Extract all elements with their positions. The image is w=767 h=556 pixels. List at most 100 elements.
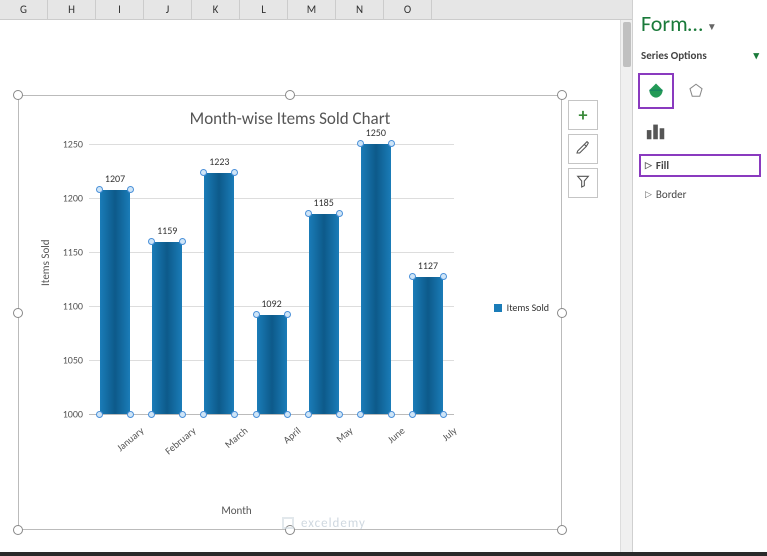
x-tick-label: April (249, 424, 303, 473)
bar-selection-handle[interactable] (284, 411, 291, 418)
x-axis-labels: JanuaryFebruaryMarchAprilMayJuneJuly (89, 418, 454, 458)
vertical-scrollbar[interactable] (620, 20, 632, 556)
col-o[interactable]: O (384, 0, 432, 19)
format-pane: Form… ▼ Series Options ▾ ▷ Fill ▷ Border (632, 0, 767, 556)
bar-selection-handle[interactable] (179, 411, 186, 418)
bar-selection-handle[interactable] (148, 238, 155, 245)
resize-handle[interactable] (13, 90, 23, 100)
bar[interactable]: 1223 (204, 173, 234, 414)
add-element-button[interactable]: + (568, 100, 598, 130)
chart-object[interactable]: Month-wise Items Sold Chart Items Sold M… (18, 95, 562, 530)
bar-selection-handle[interactable] (305, 210, 312, 217)
worksheet-area[interactable]: Month-wise Items Sold Chart Items Sold M… (0, 20, 620, 556)
col-k[interactable]: K (192, 0, 240, 19)
chart-style-button[interactable] (568, 134, 598, 164)
x-tick-label: February (144, 424, 198, 473)
bar-selection-handle[interactable] (357, 140, 364, 147)
scrollbar-thumb[interactable] (623, 22, 631, 67)
y-tick-label: 1200 (63, 192, 83, 205)
col-h[interactable]: H (48, 0, 96, 19)
bar-selection-handle[interactable] (127, 411, 134, 418)
bar-selection-handle[interactable] (409, 411, 416, 418)
effects-icon[interactable] (681, 76, 711, 106)
bar-selection-handle[interactable] (200, 411, 207, 418)
fill-section[interactable]: ▷ Fill (641, 156, 759, 175)
bar-selection-handle[interactable] (284, 311, 291, 318)
resize-handle[interactable] (557, 308, 567, 318)
bar[interactable]: 1092 (257, 315, 287, 414)
chart-bars[interactable]: 1207 1159 1223 1092 1185 1250 1127 (89, 144, 454, 414)
bar-selection-handle[interactable] (96, 411, 103, 418)
bar-selection-handle[interactable] (336, 411, 343, 418)
x-tick-label: January (92, 424, 146, 473)
chart-element-buttons: + (568, 100, 598, 198)
col-g[interactable]: G (0, 0, 48, 19)
chart-title[interactable]: Month-wise Items Sold Chart (19, 96, 561, 137)
y-tick-label: 1100 (63, 300, 83, 313)
bar-selection-handle[interactable] (440, 411, 447, 418)
chevron-down-icon[interactable]: ▼ (707, 20, 717, 33)
x-tick-label: March (196, 424, 250, 473)
bar[interactable]: 1207 (100, 190, 130, 414)
data-label: 1250 (366, 126, 386, 139)
plus-icon: + (579, 104, 588, 126)
bar[interactable]: 1159 (152, 242, 182, 414)
chart-legend[interactable]: Items Sold (494, 301, 549, 314)
col-m[interactable]: M (288, 0, 336, 19)
border-section[interactable]: ▷ Border (641, 185, 759, 204)
legend-swatch (494, 304, 502, 312)
bar-selection-handle[interactable] (388, 140, 395, 147)
col-l[interactable]: L (240, 0, 288, 19)
bar-selection-handle[interactable] (409, 273, 416, 280)
data-label: 1223 (209, 155, 229, 168)
data-label: 1185 (314, 196, 334, 209)
bar-selection-handle[interactable] (179, 238, 186, 245)
bar-selection-handle[interactable] (440, 273, 447, 280)
resize-handle[interactable] (13, 308, 23, 318)
bar-selection-handle[interactable] (231, 169, 238, 176)
bar[interactable]: 1185 (309, 214, 339, 414)
col-n[interactable]: N (336, 0, 384, 19)
bar-selection-handle[interactable] (148, 411, 155, 418)
bar-selection-handle[interactable] (336, 210, 343, 217)
bar[interactable]: 1250 (361, 144, 391, 414)
y-tick-label: 1250 (63, 138, 83, 151)
resize-handle[interactable] (557, 90, 567, 100)
data-label: 1159 (157, 224, 177, 237)
chevron-down-icon: ▾ (753, 49, 759, 62)
bar-selection-handle[interactable] (388, 411, 395, 418)
resize-handle[interactable] (285, 90, 295, 100)
resize-handle[interactable] (557, 525, 567, 535)
bar-selection-handle[interactable] (231, 411, 238, 418)
series-options-dropdown[interactable]: Series Options ▾ (641, 49, 759, 62)
legend-label: Items Sold (507, 301, 549, 314)
resize-handle[interactable] (13, 525, 23, 535)
data-label: 1127 (418, 259, 438, 272)
bar-selection-handle[interactable] (96, 186, 103, 193)
fill-line-icon[interactable] (641, 76, 671, 106)
x-axis-title[interactable]: Month (19, 504, 454, 517)
pane-title[interactable]: Form… ▼ (641, 10, 759, 37)
x-tick-label: June (353, 424, 407, 473)
x-tick-label: May (301, 424, 355, 473)
y-axis-ticks: 100010501100115012001250 (57, 144, 87, 414)
bottom-border (0, 552, 767, 556)
col-i[interactable]: I (96, 0, 144, 19)
y-tick-label: 1050 (63, 354, 83, 367)
bar-selection-handle[interactable] (200, 169, 207, 176)
chevron-right-icon: ▷ (645, 160, 652, 171)
x-tick-label: July (405, 424, 459, 473)
col-j[interactable]: J (144, 0, 192, 19)
chart-filter-button[interactable] (568, 168, 598, 198)
watermark: exceldemy (280, 515, 366, 531)
bar-selection-handle[interactable] (253, 411, 260, 418)
bar[interactable]: 1127 (413, 277, 443, 414)
bar-selection-handle[interactable] (305, 411, 312, 418)
bar-selection-handle[interactable] (253, 311, 260, 318)
watermark-icon (280, 515, 296, 531)
series-options-icon[interactable] (641, 116, 671, 146)
format-category-icons (641, 76, 759, 106)
bar-selection-handle[interactable] (357, 411, 364, 418)
bar-selection-handle[interactable] (127, 186, 134, 193)
y-axis-title[interactable]: Items Sold (39, 239, 52, 286)
